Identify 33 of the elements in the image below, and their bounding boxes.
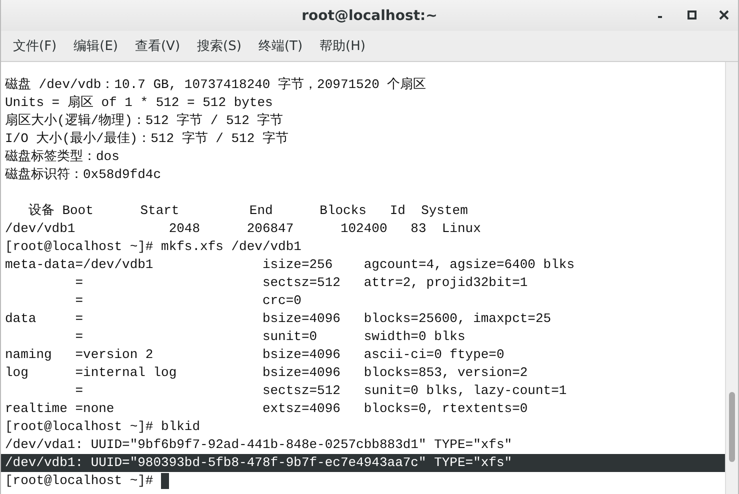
terminal-line: /dev/vdb1 2048 206847 102400 83 Linux — [5, 220, 481, 238]
terminal-line: = sunit=0 swidth=0 blks — [74, 328, 466, 346]
menu-item[interactable]: 终端(T) — [258, 37, 303, 55]
terminal-line: naming =version 2 bsize=4096 ascii-ci=0 ftype=0 — [5, 346, 504, 364]
terminal-line: 磁盘标签类型：dos — [5, 148, 120, 166]
terminal-line: [root@localhost ~]# blkid — [5, 418, 200, 436]
terminal-line: 扇区大小(逻辑/物理)：512 字节 / 512 字节 — [5, 112, 284, 130]
terminal-line: = sectsz=512 attr=2, projid32bit=1 — [74, 274, 528, 292]
terminal-line: 磁盘标识符：0x58d9fd4c — [5, 166, 162, 184]
maximize-icon[interactable] — [686, 9, 698, 21]
terminal-line: = crc=0 — [74, 292, 302, 310]
terminal-line: /dev/vda1: UUID="9bf6b9f7-92ad-441b-848e-0257cbb883d1" TYPE="xfs" — [5, 436, 512, 454]
terminal-line: log =internal log bsize=4096 blocks=853, version=2 — [5, 364, 528, 382]
terminal-line: realtime =none extsz=4096 blocks=0, rtextents=0 — [5, 400, 528, 418]
scrollbar-thumb[interactable] — [729, 392, 735, 462]
terminal-line: [root@localhost ~]# mkfs.xfs /dev/vdb1 — [5, 238, 302, 256]
menu-item[interactable]: 文件(F) — [13, 37, 57, 55]
highlighted-terminal-line: /dev/vdb1: UUID="980393bd-5fb8-478f-9b7f-ec7e4943aa7c" TYPE="xfs" — [5, 454, 512, 472]
terminal-line: Units = 扇区 of 1 * 512 = 512 bytes — [5, 94, 273, 112]
terminal-line: meta-data=/dev/vdb1 isize=256 agcount=4, agsize=6400 blks — [5, 256, 574, 274]
terminal-line: I/O 大小(最小/最佳)：512 字节 / 512 字节 — [5, 130, 288, 148]
menu-item[interactable]: 编辑(E) — [74, 37, 118, 55]
terminal-line: [root@localhost ~]# — [5, 472, 154, 490]
menu-item[interactable]: 帮助(H) — [320, 37, 366, 55]
window-title: root@localhost:~ — [302, 8, 438, 24]
menu-item[interactable]: 查看(V) — [134, 37, 180, 55]
terminal-line: 设备 Boot Start End Blocks Id System — [27, 202, 468, 220]
terminal-line: = sectsz=512 sunit=0 blks, lazy-count=1 — [74, 382, 567, 400]
terminal-line: 磁盘 /dev/vdb：10.7 GB, 10737418240 字节，20971520 个扇区 — [5, 76, 426, 94]
terminal-line: data = bsize=4096 blocks=25600, imaxpct=25 — [5, 310, 552, 328]
scrollbar[interactable] — [725, 62, 738, 494]
close-icon[interactable] — [718, 9, 730, 21]
menu-item[interactable]: 搜索(S) — [197, 37, 242, 55]
